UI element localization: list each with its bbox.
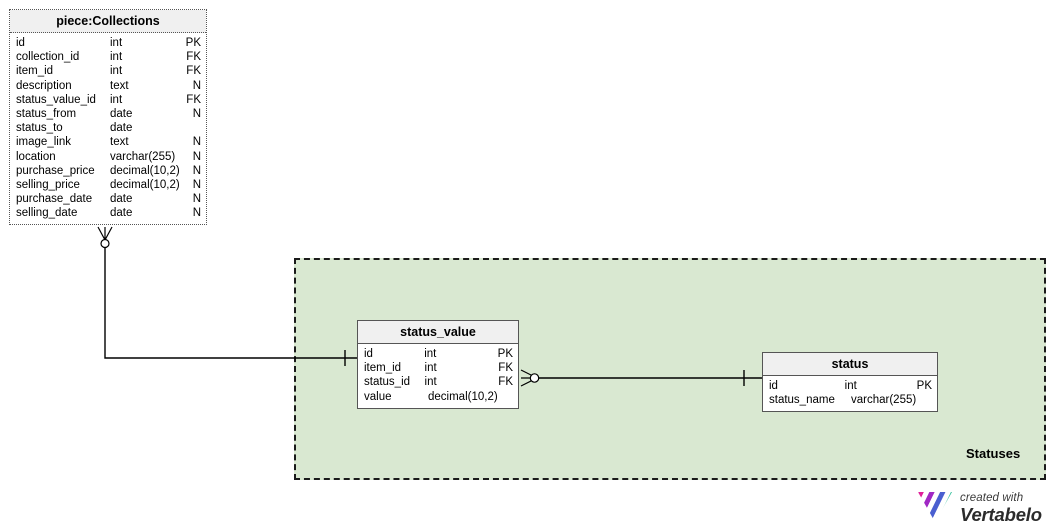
attribute-type: int	[424, 362, 437, 375]
attribute-name: id	[16, 37, 25, 49]
attribute-name: selling_price	[16, 178, 80, 191]
attribute-name: location	[16, 150, 56, 163]
entity-attribute-list: id int PK status_name varchar(255)	[763, 376, 937, 411]
attribute-key: N	[192, 164, 201, 177]
attribute-name: item_id	[364, 362, 402, 375]
attribute-key: N	[192, 79, 201, 92]
attribute-row[interactable]: item_id int FK	[10, 64, 206, 78]
attribute-key: PK	[497, 348, 513, 360]
attribute-row[interactable]: id int PK	[763, 379, 937, 393]
attribute-key: PK	[185, 37, 201, 49]
attribute-type: decimal(10,2)	[428, 390, 498, 403]
attribute-name: collection_id	[16, 51, 80, 64]
attribute-row[interactable]: purchase_date date N	[10, 192, 206, 206]
attribute-row[interactable]: image_link text N	[10, 135, 206, 149]
attribute-row[interactable]: status_from date N	[10, 107, 206, 121]
attribute-key: N	[192, 150, 201, 163]
attribute-key: FK	[186, 65, 201, 78]
attribute-type: varchar(255)	[851, 394, 917, 407]
vertabelo-badge-text: created with Vertabelo	[960, 491, 1042, 525]
attribute-type: int	[424, 348, 437, 360]
attribute-row[interactable]: id int PK	[358, 347, 518, 361]
attribute-name: status_value_id	[16, 93, 96, 106]
attribute-name: selling_date	[16, 207, 78, 220]
attribute-key: N	[192, 178, 201, 191]
entity-attribute-list: id int PK collection_id int FK item_id i…	[10, 33, 206, 224]
attribute-name: id	[364, 348, 373, 360]
attribute-name: status_from	[16, 107, 77, 120]
attribute-name: status_name	[769, 394, 835, 407]
entity-title: status	[763, 353, 937, 376]
attribute-row[interactable]: status_value_id int FK	[10, 93, 206, 107]
attribute-row[interactable]: item_id int FK	[358, 361, 518, 375]
attribute-type: int	[110, 93, 123, 106]
attribute-row[interactable]: id int PK	[10, 36, 206, 50]
attribute-type: date	[110, 207, 133, 220]
attribute-key: FK	[498, 362, 513, 375]
attribute-name: status_id	[364, 376, 411, 389]
attribute-key: PK	[916, 380, 932, 392]
entity-attribute-list: id int PK item_id int FK status_id int F…	[358, 344, 518, 408]
attribute-row[interactable]: location varchar(255) N	[10, 150, 206, 164]
entity-title: status_value	[358, 321, 518, 344]
attribute-row[interactable]: purchase_price decimal(10,2) N	[10, 164, 206, 178]
entity-status[interactable]: status id int PK status_name varchar(255…	[762, 352, 938, 413]
attribute-name: value	[364, 390, 392, 403]
attribute-key: N	[192, 193, 201, 206]
attribute-name: purchase_price	[16, 164, 95, 177]
attribute-key: N	[192, 107, 201, 120]
attribute-type: decimal(10,2)	[110, 178, 180, 191]
attribute-type: text	[110, 136, 129, 149]
erd-canvas: Statuses piece:Collections id int PK col…	[0, 0, 1059, 531]
attribute-name: item_id	[16, 65, 54, 78]
attribute-type: text	[110, 79, 129, 92]
attribute-row[interactable]: description text N	[10, 79, 206, 93]
attribute-row[interactable]: value decimal(10,2)	[358, 390, 518, 404]
attribute-type: int	[424, 376, 437, 389]
attribute-key: FK	[186, 93, 201, 106]
entity-title: piece:Collections	[10, 10, 206, 33]
attribute-row[interactable]: status_name varchar(255)	[763, 393, 937, 407]
attribute-name: status_to	[16, 122, 63, 135]
attribute-key: N	[192, 207, 201, 220]
entity-status-value[interactable]: status_value id int PK item_id int FK st…	[357, 320, 519, 409]
attribute-type: date	[110, 107, 133, 120]
attribute-name: id	[769, 380, 778, 392]
attribute-row[interactable]: collection_id int FK	[10, 50, 206, 64]
attribute-type: int	[110, 51, 123, 64]
attribute-name: description	[16, 79, 72, 92]
subject-area-label: Statuses	[966, 446, 1021, 461]
attribute-key: N	[192, 136, 201, 149]
vertabelo-logo-icon	[917, 489, 953, 528]
badge-created-with: created with	[960, 491, 1024, 504]
attribute-row[interactable]: selling_price decimal(10,2) N	[10, 178, 206, 192]
attribute-row[interactable]: status_id int FK	[358, 375, 518, 389]
attribute-type: int	[110, 37, 123, 49]
attribute-type: date	[110, 193, 133, 206]
attribute-type: date	[110, 122, 133, 135]
attribute-name: purchase_date	[16, 193, 93, 206]
entity-piece-collections[interactable]: piece:Collections id int PK collection_i…	[9, 9, 207, 226]
attribute-key: FK	[186, 51, 201, 64]
badge-product-name: Vertabelo	[960, 504, 1042, 525]
attribute-type: decimal(10,2)	[110, 164, 180, 177]
attribute-type: varchar(255)	[110, 150, 176, 163]
attribute-name: image_link	[16, 136, 71, 149]
attribute-type: int	[844, 380, 857, 392]
attribute-row[interactable]: status_to date	[10, 121, 206, 135]
vertabelo-badge[interactable]: created with Vertabelo	[917, 489, 1042, 528]
attribute-key: FK	[498, 376, 513, 389]
attribute-row[interactable]: selling_date date N	[10, 206, 206, 220]
attribute-type: int	[110, 65, 123, 78]
